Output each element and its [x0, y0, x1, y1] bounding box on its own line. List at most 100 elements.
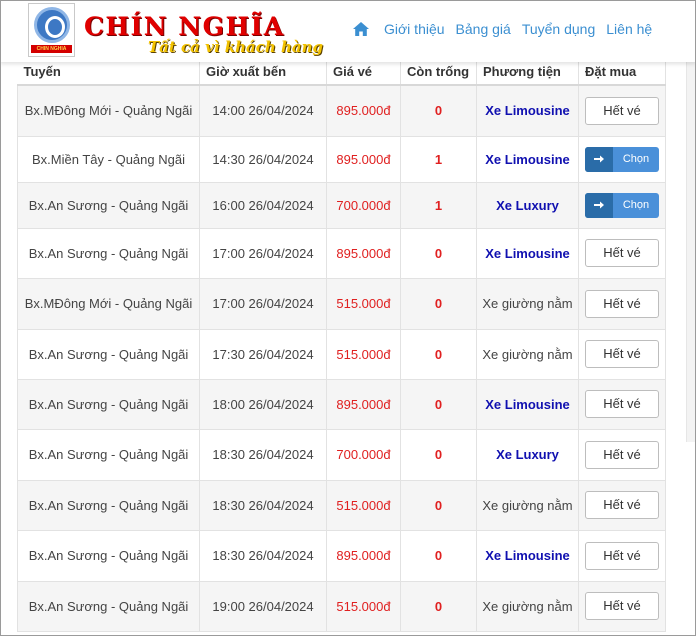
vehicle-cell: Xe giường nằm	[476, 328, 579, 380]
booking-cell: Hết vé	[578, 84, 666, 137]
column-header-departure: Giờ xuất bến	[199, 58, 327, 86]
table-header-row: Tuyến Giờ xuất bến Giá vé Còn trống Phươ…	[17, 58, 666, 86]
page-scroll-edge	[686, 62, 696, 442]
booking-cell: Hết vé	[578, 328, 666, 380]
price-cell: 895.000đ	[326, 227, 401, 279]
departure-time-cell: 17:30 26/04/2024	[199, 328, 327, 380]
price-cell: 895.000đ	[326, 84, 401, 137]
main-nav: Giới thiệu Bảng giá Tuyển dụng Liên hệ	[352, 20, 663, 38]
departure-time-cell: 18:30 26/04/2024	[199, 428, 327, 481]
booking-cell: Hết vé	[578, 428, 666, 481]
route-cell: Bx.An Sương - Quảng Ngãi	[17, 227, 200, 279]
site-header: CHIN NGHIA CHÍN NGHĨA Tất cả vì khách hà…	[0, 0, 696, 62]
choose-button-label: Chọn	[622, 152, 650, 165]
nav-item-bang-gia[interactable]: Bảng giá	[456, 21, 511, 37]
sold-out-button[interactable]: Hết vé	[585, 440, 659, 469]
departure-time-cell: 14:00 26/04/2024	[199, 84, 327, 137]
route-cell: Bx.MĐông Mới - Quảng Ngãi	[17, 84, 200, 137]
sold-out-button[interactable]: Hết vé	[585, 390, 659, 418]
price-cell: 515.000đ	[326, 277, 401, 330]
seats-cell: 0	[400, 428, 477, 481]
departure-time-cell: 16:00 26/04/2024	[199, 181, 327, 229]
route-cell: Bx.An Sương - Quảng Ngãi	[17, 580, 200, 632]
price-cell: 515.000đ	[326, 479, 401, 531]
home-icon[interactable]	[352, 20, 370, 38]
booking-cell: Chọn	[578, 181, 666, 229]
departure-time-cell: 17:00 26/04/2024	[199, 227, 327, 279]
choose-button[interactable]: Chọn	[585, 192, 659, 218]
vehicle-cell: Xe Luxury	[476, 428, 579, 481]
route-cell: Bx.An Sương - Quảng Ngãi	[17, 181, 200, 229]
table-body: Bx.MĐông Mới - Quảng Ngãi 14:00 26/04/202…	[17, 84, 666, 632]
departure-time-cell: 19:00 26/04/2024	[199, 580, 327, 632]
table-row: Bx.An Sương - Quảng Ngãi 17:00 26/04/2024…	[17, 227, 666, 279]
seats-cell: 0	[400, 328, 477, 380]
booking-cell: Hết vé	[578, 479, 666, 531]
booking-cell: Hết vé	[578, 529, 666, 582]
table-row: Bx.MĐông Mới - Quảng Ngãi 14:00 26/04/202…	[17, 84, 666, 137]
sold-out-button[interactable]: Hết vé	[585, 541, 659, 570]
table-row: Bx.An Sương - Quảng Ngãi 17:30 26/04/2024…	[17, 328, 666, 380]
vehicle-cell: Xe Limousine	[476, 84, 579, 137]
table-row: Bx.An Sương - Quảng Ngãi 18:30 26/04/2024…	[17, 529, 666, 582]
booking-cell: Chọn	[578, 135, 666, 183]
departure-time-cell: 18:00 26/04/2024	[199, 378, 327, 430]
column-header-price: Giá vé	[326, 58, 401, 86]
seats-cell: 0	[400, 277, 477, 330]
seats-cell: 1	[400, 181, 477, 229]
route-cell: Bx.An Sương - Quảng Ngãi	[17, 529, 200, 582]
vehicle-cell: Xe Limousine	[476, 135, 579, 183]
table-row: Bx.An Sương - Quảng Ngãi 16:00 26/04/2024…	[17, 181, 666, 229]
vehicle-cell: Xe Limousine	[476, 529, 579, 582]
nav-item-tuyen-dung[interactable]: Tuyển dụng	[522, 21, 595, 37]
logo[interactable]: CHIN NGHIA	[28, 3, 75, 57]
seats-cell: 0	[400, 84, 477, 137]
price-cell: 700.000đ	[326, 428, 401, 481]
choose-button-label: Chọn	[622, 198, 650, 211]
price-cell: 700.000đ	[326, 181, 401, 229]
column-header-seats: Còn trống	[400, 58, 477, 86]
departure-time-cell: 14:30 26/04/2024	[199, 135, 327, 183]
arrow-right-icon	[585, 146, 613, 172]
arrow-right-icon	[585, 192, 613, 218]
table-row: Bx.An Sương - Quảng Ngãi 18:30 26/04/2024…	[17, 479, 666, 531]
booking-cell: Hết vé	[578, 277, 666, 330]
schedule-table-wrapper: Tuyến Giờ xuất bến Giá vé Còn trống Phươ…	[17, 58, 666, 632]
choose-button[interactable]: Chọn	[585, 146, 659, 172]
route-cell: Bx.Miền Tây - Quảng Ngãi	[17, 135, 200, 183]
sold-out-button[interactable]: Hết vé	[585, 96, 659, 125]
booking-cell: Hết vé	[578, 378, 666, 430]
table-row: Bx.An Sương - Quảng Ngãi 19:00 26/04/2024…	[17, 580, 666, 632]
price-cell: 895.000đ	[326, 135, 401, 183]
nav-item-gioi-thieu[interactable]: Giới thiệu	[384, 21, 445, 37]
column-header-route: Tuyến	[17, 58, 200, 86]
departure-time-cell: 18:30 26/04/2024	[199, 479, 327, 531]
sold-out-button[interactable]: Hết vé	[585, 340, 659, 368]
brand-name[interactable]: CHÍN NGHĨA	[84, 12, 285, 41]
price-cell: 515.000đ	[326, 580, 401, 632]
logo-emblem-icon	[34, 7, 70, 43]
nav-item-lien-he[interactable]: Liên hệ	[606, 21, 652, 37]
vehicle-cell: Xe Limousine	[476, 227, 579, 279]
seats-cell: 0	[400, 479, 477, 531]
sold-out-button[interactable]: Hết vé	[585, 491, 659, 519]
sold-out-button[interactable]: Hết vé	[585, 289, 659, 318]
table-row: Bx.MĐông Mới - Quảng Ngãi 17:00 26/04/202…	[17, 277, 666, 330]
price-cell: 515.000đ	[326, 328, 401, 380]
seats-cell: 1	[400, 135, 477, 183]
column-header-booking: Đặt mua	[578, 58, 666, 86]
route-cell: Bx.MĐông Mới - Quảng Ngãi	[17, 277, 200, 330]
vehicle-cell: Xe Luxury	[476, 181, 579, 229]
logo-caption: CHIN NGHIA	[31, 45, 72, 53]
route-cell: Bx.An Sương - Quảng Ngãi	[17, 479, 200, 531]
sold-out-button[interactable]: Hết vé	[585, 592, 659, 620]
route-cell: Bx.An Sương - Quảng Ngãi	[17, 428, 200, 481]
column-header-vehicle: Phương tiện	[476, 58, 579, 86]
departure-time-cell: 17:00 26/04/2024	[199, 277, 327, 330]
booking-cell: Hết vé	[578, 580, 666, 632]
price-cell: 895.000đ	[326, 529, 401, 582]
table-row: Bx.An Sương - Quảng Ngãi 18:30 26/04/2024…	[17, 428, 666, 481]
vehicle-cell: Xe giường nằm	[476, 277, 579, 330]
seats-cell: 0	[400, 580, 477, 632]
sold-out-button[interactable]: Hết vé	[585, 239, 659, 267]
